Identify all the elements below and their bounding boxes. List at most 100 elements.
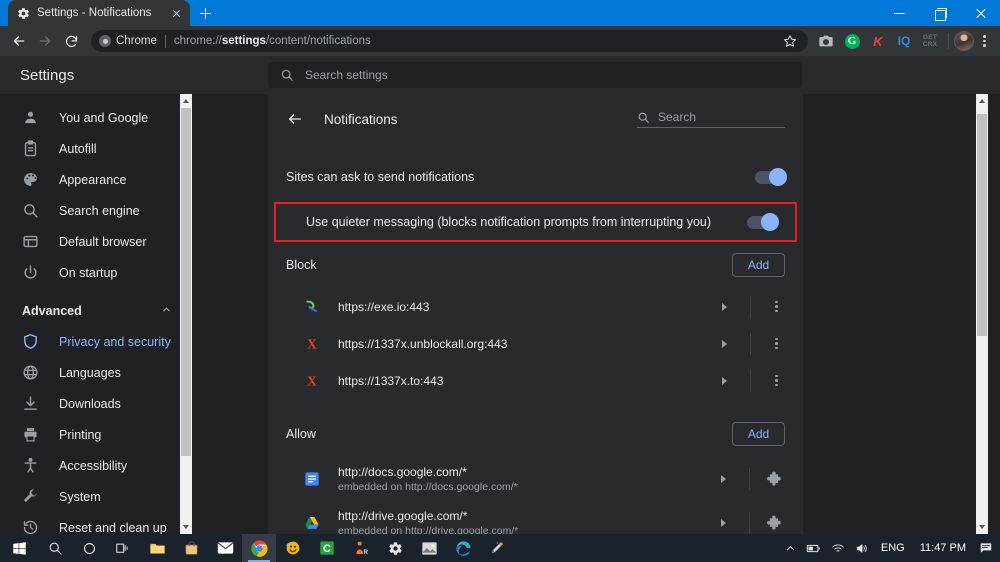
folder-icon (149, 543, 165, 553)
forward-button[interactable] (32, 28, 58, 54)
store-bag-icon (185, 541, 197, 555)
chrome-icon (250, 540, 268, 557)
new-tab-button[interactable] (192, 0, 218, 26)
sidebar-item-privacy-and-security[interactable]: Privacy and security (0, 326, 178, 357)
jr-app-button[interactable]: R (344, 534, 378, 562)
sidebar-item-accessibility[interactable]: Accessibility (0, 450, 178, 481)
expand-arrow-icon[interactable] (714, 297, 734, 317)
sidebar-item-default-browser[interactable]: Default browser (0, 226, 178, 257)
sidebar-item-autofill[interactable]: Autofill (0, 133, 178, 164)
expand-arrow-icon[interactable] (713, 513, 733, 533)
speaker-icon[interactable] (850, 534, 874, 562)
reload-button[interactable] (58, 28, 84, 54)
search-settings-input[interactable]: Search settings (268, 62, 802, 88)
emoji-app-button[interactable] (276, 534, 310, 562)
add-block-button[interactable]: Add (732, 253, 785, 277)
iq-extension-icon[interactable]: IQ (891, 28, 917, 54)
table-row[interactable]: X https://1337x.to:443 (268, 362, 803, 399)
table-row[interactable]: X https://1337x.unblockall.org:443 (268, 325, 803, 362)
notification-icon[interactable] (974, 534, 998, 562)
battery-icon[interactable] (801, 534, 826, 562)
maximize-restore-button[interactable] (920, 0, 960, 26)
orange-person-icon: R (356, 541, 368, 556)
scroll-up-icon[interactable] (180, 94, 192, 108)
puzzle-piece-icon[interactable] (766, 514, 785, 533)
add-allow-button[interactable]: Add (732, 422, 785, 446)
sidebar-scrollbar-thumb[interactable] (181, 108, 191, 456)
get-crx-extension-icon[interactable]: GET CRX (917, 28, 943, 54)
close-icon[interactable] (169, 6, 184, 21)
sidebar-item-search-engine[interactable]: Search engine (0, 195, 178, 226)
sidebar-item-label: Accessibility (59, 458, 128, 473)
sidebar-item-reset-and-clean-up[interactable]: Reset and clean up (0, 512, 178, 534)
task-view-button[interactable] (106, 534, 140, 562)
sidebar-item-languages[interactable]: Languages (0, 357, 178, 388)
clock[interactable]: 11:47 PM (912, 542, 974, 554)
address-bar[interactable]: Chrome chrome://settings/content/notific… (91, 30, 808, 52)
browser-tab[interactable]: Settings - Notifications (8, 0, 190, 26)
microsoft-store-button[interactable] (174, 534, 208, 562)
url-prefix: chrome:// (173, 35, 222, 47)
sites-can-ask-toggle[interactable] (755, 168, 787, 186)
main-scrollbar-thumb[interactable] (977, 114, 987, 336)
grammarly-extension-icon[interactable]: G (839, 28, 865, 54)
scroll-down-icon[interactable] (976, 520, 988, 534)
main-scrollbar[interactable] (976, 94, 988, 534)
sidebar-item-you-and-google[interactable]: You and Google (0, 102, 178, 133)
file-explorer-button[interactable] (140, 534, 174, 562)
edge-button[interactable] (446, 534, 480, 562)
gear-icon (388, 541, 402, 555)
close-window-button[interactable] (960, 0, 1000, 26)
sidebar-scrollbar[interactable] (180, 94, 192, 534)
history-icon (22, 519, 39, 534)
card-search-input[interactable]: Search (637, 110, 785, 128)
divider (749, 512, 750, 534)
kaspersky-extension-icon[interactable]: K (865, 28, 891, 54)
bookmark-star-icon[interactable] (777, 28, 803, 54)
scroll-down-icon[interactable] (180, 520, 192, 534)
site-url: https://exe.io:443 (338, 299, 430, 314)
expand-arrow-icon[interactable] (713, 469, 733, 489)
paint3d-button[interactable] (480, 534, 514, 562)
start-button[interactable] (0, 534, 38, 562)
back-button[interactable] (6, 28, 32, 54)
scroll-up-icon[interactable] (976, 94, 988, 108)
sidebar-item-printing[interactable]: Printing (0, 419, 178, 450)
quieter-messaging-toggle[interactable] (747, 213, 779, 231)
wifi-icon[interactable] (826, 534, 850, 562)
setting-row-sites-can-ask[interactable]: Sites can ask to send notifications (268, 158, 803, 196)
expand-arrow-icon[interactable] (714, 334, 734, 354)
expand-arrow-icon[interactable] (714, 371, 734, 391)
kebab-menu-icon[interactable] (767, 334, 785, 354)
kebab-menu-icon[interactable] (767, 297, 785, 317)
search-button[interactable] (38, 534, 72, 562)
avatar[interactable] (954, 31, 974, 51)
chrome-button[interactable] (242, 534, 276, 562)
settings-app-button[interactable] (378, 534, 412, 562)
setting-row-quieter-messaging[interactable]: Use quieter messaging (blocks notificati… (274, 202, 797, 242)
sidebar-item-appearance[interactable]: Appearance (0, 164, 178, 195)
sidebar-item-downloads[interactable]: Downloads (0, 388, 178, 419)
green-c-icon: C (320, 541, 334, 555)
chrome-menu-icon[interactable] (974, 31, 994, 51)
sidebar-item-label: Reset and clean up (59, 520, 167, 535)
site-url: http://docs.google.com/* (338, 465, 467, 479)
kebab-menu-icon[interactable] (767, 371, 785, 391)
sidebar-group-advanced[interactable]: Advanced (0, 296, 192, 326)
minimize-button[interactable] (880, 0, 920, 26)
language-indicator[interactable]: ENG (874, 542, 912, 554)
back-arrow-icon[interactable] (282, 106, 308, 132)
mail-button[interactable] (208, 534, 242, 562)
table-row[interactable]: http://drive.google.com/* embedded on ht… (268, 501, 803, 534)
sidebar-item-on-startup[interactable]: On startup (0, 257, 178, 288)
table-row[interactable]: http://docs.google.com/* embedded on htt… (268, 457, 803, 501)
screenshot-extension-icon[interactable] (813, 28, 839, 54)
site-info: https://exe.io:443 (338, 300, 429, 314)
sidebar-item-system[interactable]: System (0, 481, 178, 512)
camtasia-button[interactable]: C (310, 534, 344, 562)
table-row[interactable]: https://exe.io:443 (268, 288, 803, 325)
photos-button[interactable] (412, 534, 446, 562)
puzzle-piece-icon[interactable] (766, 470, 785, 489)
cortana-button[interactable] (72, 534, 106, 562)
chevron-up-icon[interactable] (780, 534, 801, 562)
